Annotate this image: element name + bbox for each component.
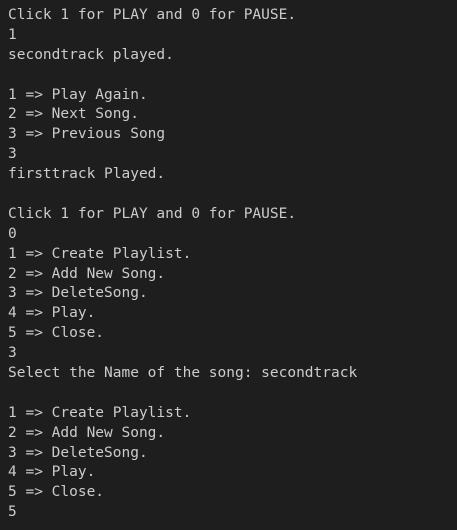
output-line-status: secondtrack played. xyxy=(8,46,174,63)
output-line-menu-option: 2 => Next Song. xyxy=(8,106,139,123)
output-line-prompt: Click 1 for PLAY and 0 for PAUSE. xyxy=(8,7,297,23)
output-line-input: 0 xyxy=(8,225,17,242)
output-line-menu-option: 3 => DeleteSong. xyxy=(8,285,148,302)
output-line-blank xyxy=(8,66,457,86)
output-line-input: 3 xyxy=(8,146,17,163)
output-line-blank xyxy=(8,384,457,404)
output-line-menu-option: 2 => Add New Song. xyxy=(8,265,166,282)
output-line-menu-option: 5 => Close. xyxy=(8,325,105,342)
output-line-menu-option: 4 => Play. xyxy=(8,305,96,322)
output-line-input: 1 xyxy=(8,26,17,43)
output-line-menu-option: 1 => Create Playlist. xyxy=(8,245,192,262)
output-line-menu-option: 5 => Close. xyxy=(8,484,105,501)
output-line-menu-option: 1 => Play Again. xyxy=(8,86,148,103)
output-line-blank xyxy=(8,185,457,205)
output-line-menu-option: 3 => Previous Song xyxy=(8,126,166,143)
terminal-output[interactable]: Click 1 for PLAY and 0 for PAUSE. 1 seco… xyxy=(0,0,457,530)
output-line-menu-option: 3 => DeleteSong. xyxy=(8,444,148,461)
output-line-menu-option: 2 => Add New Song. xyxy=(8,424,166,441)
output-line-menu-option: 1 => Create Playlist. xyxy=(8,404,192,421)
output-line-prompt: Select the Name of the song: secondtrack xyxy=(8,365,358,382)
output-line-prompt: Click 1 for PLAY and 0 for PAUSE. xyxy=(8,205,297,222)
output-line-input: 3 xyxy=(8,345,17,362)
output-line-menu-option: 4 => Play. xyxy=(8,464,96,481)
output-line-status: firsttrack Played. xyxy=(8,166,166,183)
output-line-input: 5 xyxy=(8,504,17,521)
